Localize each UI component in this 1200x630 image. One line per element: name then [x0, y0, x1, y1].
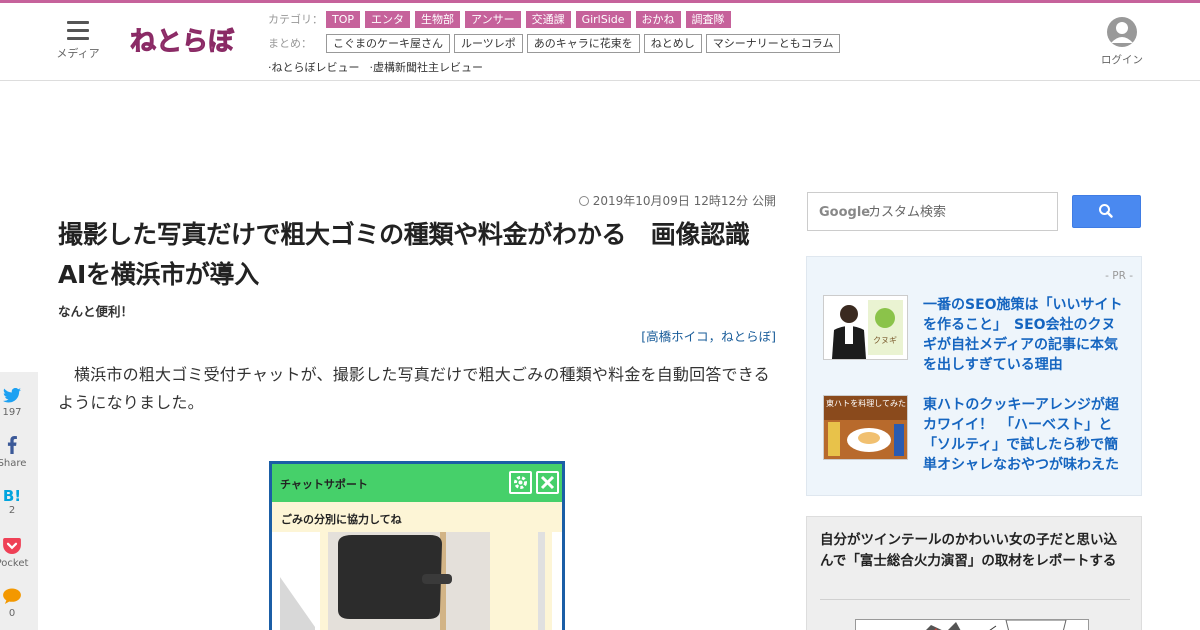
category-row: カテゴリ： TOP エンタ 生物部 アンサー 交通課 GirlSide おかね … [268, 9, 868, 29]
comment-icon [3, 588, 21, 604]
search-icon [1099, 204, 1113, 218]
review-link-netorabo[interactable]: ·ねとらぼレビュー [268, 59, 360, 75]
hatena-bookmark[interactable]: B! 2 [0, 487, 32, 517]
matome-link-machinery[interactable]: マシーナリーともコラム [705, 33, 841, 53]
comment-button[interactable]: 0 [0, 588, 32, 619]
ranking-box: 自分がツインテールのかわいい女の子だと思い込んで「富士総合火力演習」の取材をレポ… [806, 516, 1142, 630]
review-row: ·ねとらぼレビュー ·虚構新聞社主レビュー [268, 57, 868, 77]
hatena-count: 2 [8, 505, 16, 516]
article-subtitle: なんと便利！ [58, 304, 134, 319]
search-box[interactable]: Google [807, 192, 1058, 231]
logo-text: ねとらぼ [130, 27, 235, 57]
hamburger-icon [67, 21, 89, 40]
google-logo: Google [819, 205, 871, 220]
share-bar: 197 Share B! 2 Pocket 0 [0, 372, 38, 630]
pocket-icon [3, 538, 21, 554]
facebook-icon [7, 436, 17, 454]
twitter-icon [3, 387, 21, 403]
divider [820, 599, 1130, 600]
category-kotsuka[interactable]: 交通課 [525, 10, 571, 28]
close-icon [536, 471, 559, 494]
category-seibutsubu[interactable]: 生物部 [415, 10, 461, 28]
media-menu-button[interactable]: メディア [55, 21, 101, 61]
pr-thumbnail: 東ハトを料理してみた [823, 395, 908, 460]
matome-link-netomeshi[interactable]: ねとめし [643, 33, 702, 53]
clock-icon [578, 196, 589, 206]
pr-item-text[interactable]: 一番のSEO施策は「いいサイトを作ること」 SEO会社のクヌギが自社メディアの記… [923, 295, 1127, 375]
twitter-count: 197 [2, 407, 22, 418]
ranking-thumbnail [855, 619, 1089, 630]
category-answer[interactable]: アンサー [465, 10, 521, 28]
site-header: メディア ねとらぼ カテゴリ： TOP エンタ 生物部 アンサー 交通課 Gir… [0, 3, 1200, 81]
matome-row: まとめ： こぐまのケーキ屋さん ルーツレポ あのキャラに花束を ねとめし マシー… [268, 33, 868, 53]
pocket-label: Pocket [0, 558, 29, 569]
office-chair-photo [280, 532, 552, 630]
article: 2019年10月09日 12時12分 公開 撮影した写真だけで粗大ゴミの種類や料… [58, 192, 776, 630]
header-nav: カテゴリ： TOP エンタ 生物部 アンサー 交通課 GirlSide おかね … [268, 9, 868, 81]
gear-icon [509, 471, 532, 494]
category-girlside[interactable]: GirlSide [575, 10, 631, 28]
article-body: 横浜市の粗大ゴミ受付チャットが、撮影した写真だけで粗大ごみの種類や料金を自動回答… [58, 365, 770, 412]
matome-link-koguma[interactable]: こぐまのケーキ屋さん [326, 33, 450, 53]
twitter-share[interactable]: 197 [0, 387, 32, 418]
publish-date: 2019年10月09日 12時12分 公開 [58, 192, 776, 209]
login-label: ログイン [1101, 54, 1143, 66]
pr-panel: - PR - クヌギ 一番のSEO施策は「いいサイトを作ること」 SEO会社のク… [806, 256, 1142, 496]
search-input[interactable] [868, 201, 1048, 223]
search-button[interactable] [1072, 195, 1141, 228]
chat-message: ごみの分別に協力してね [272, 502, 562, 532]
category-chosatai[interactable]: 調査隊 [685, 10, 731, 28]
facebook-label: Share [0, 458, 27, 469]
category-enta[interactable]: エンタ [365, 10, 411, 28]
netorabo-logo[interactable]: ねとらぼ [128, 17, 240, 63]
pocket-share[interactable]: Pocket [0, 538, 32, 569]
facebook-share[interactable]: Share [0, 436, 32, 469]
article-title: 撮影した写真だけで粗大ゴミの種類や料金がわかる 画像認識AIを横浜市が導入 [58, 220, 750, 289]
user-avatar-icon [1107, 17, 1137, 47]
media-menu-label: メディア [56, 47, 100, 60]
chat-header: チャットサポート [272, 464, 562, 502]
pr-thumb-text: クヌギ [873, 336, 897, 345]
category-top[interactable]: TOP [326, 10, 361, 28]
matome-link-hanataba[interactable]: あのキャラに花束を [526, 33, 640, 53]
matome-link-roots[interactable]: ルーツレポ [454, 33, 523, 53]
pr-thumb-text: 東ハトを料理してみた [826, 398, 906, 408]
category-okane[interactable]: おかね [635, 10, 681, 28]
ranking-article-link[interactable]: 自分がツインテールのかわいい女の子だと思い込んで「富士総合火力演習」の取材をレポ… [820, 530, 1126, 572]
pr-label: - PR - [1105, 270, 1133, 282]
publish-date-text: 2019年10月09日 12時12分 公開 [592, 194, 776, 208]
hatena-icon: B! [2, 487, 22, 505]
comment-count: 0 [8, 608, 16, 619]
chat-screenshot[interactable]: チャットサポート ごみの分別に協力してね [269, 461, 565, 630]
login-button[interactable]: ログイン [1098, 17, 1146, 67]
review-link-kyoko[interactable]: ·虚構新聞社主レビュー [370, 59, 484, 75]
pr-item-text[interactable]: 東ハトのクッキーアレンジが超カワイイ！ 「ハーベスト」と「ソルティ」で試したら秒… [923, 395, 1127, 475]
article-byline[interactable]: [高橋ホイコ，ねとらぼ] [58, 326, 776, 345]
category-label: カテゴリ： [268, 13, 323, 26]
chat-header-text: チャットサポート [280, 478, 368, 491]
pr-thumbnail: クヌギ [823, 295, 908, 360]
matome-label: まとめ： [268, 37, 312, 50]
